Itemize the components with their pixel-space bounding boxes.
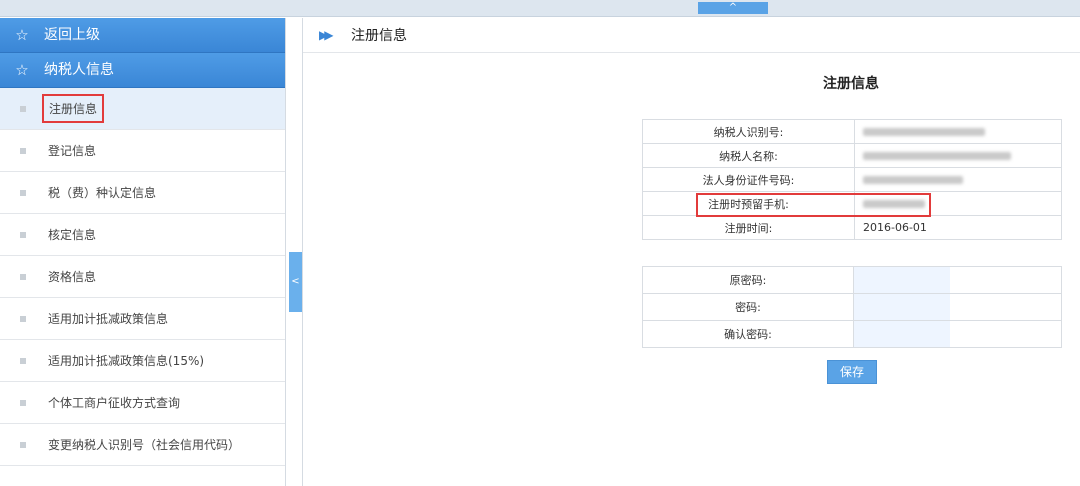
- old-password-input[interactable]: [854, 267, 950, 293]
- bullet-icon: [20, 105, 26, 112]
- sidebar: ☆ 返回上级 ☆ 纳税人信息 注册信息 登记信息 税（费）种认定信息 核定信息 …: [0, 18, 286, 486]
- sidebar-item-label: 资格信息: [48, 270, 97, 284]
- star-outline-icon: ☆: [15, 26, 29, 44]
- collapse-top-button[interactable]: ^: [698, 2, 768, 14]
- registration-info-table: 纳税人识别号: 纳税人名称: 法人身份证件号码: 注册时预留手机: 注册时间: …: [642, 119, 1062, 240]
- field-label: 注册时间:: [642, 215, 855, 240]
- sidebar-item-label: 适用加计抵减政策信息: [48, 312, 169, 326]
- table-row: 注册时预留手机:: [642, 191, 1062, 216]
- bullet-icon: [20, 231, 26, 238]
- page-title: 注册信息: [823, 76, 879, 92]
- taxpayer-id-value: [854, 119, 1062, 144]
- bullet-icon: [20, 273, 26, 280]
- confirm-password-input[interactable]: [854, 321, 950, 347]
- star-outline-icon: ☆: [15, 61, 29, 79]
- sidebar-item-label: 登记信息: [48, 144, 97, 158]
- table-row: 确认密码:: [642, 320, 1062, 348]
- sidebar-item-tax-type-info[interactable]: 税（费）种认定信息: [0, 172, 285, 214]
- bullet-icon: [20, 357, 26, 364]
- table-row: 密码:: [642, 293, 1062, 321]
- registration-date-value: 2016-06-01: [854, 215, 1062, 240]
- redacted-value: [863, 176, 963, 184]
- sidebar-item-label: 返回上级: [44, 27, 100, 43]
- sidebar-item-label: 适用加计抵减政策信息(15%): [48, 354, 205, 368]
- double-arrow-icon: ▶▶: [319, 28, 333, 42]
- table-row: 注册时间: 2016-06-01: [642, 215, 1062, 240]
- field-label: 注册时预留手机:: [642, 191, 855, 216]
- sidebar-item-label: 税（费）种认定信息: [48, 186, 157, 200]
- legal-id-value: [854, 167, 1062, 192]
- field-label: 确认密码:: [642, 320, 854, 348]
- sidebar-item-qualification-info[interactable]: 资格信息: [0, 256, 285, 298]
- field-label: 纳税人识别号:: [642, 119, 855, 144]
- reserved-phone-value: [854, 191, 1062, 216]
- sidebar-item-levy-method[interactable]: 个体工商户征收方式查询: [0, 382, 285, 424]
- bullet-icon: [20, 441, 26, 448]
- sidebar-item-label: 核定信息: [48, 228, 97, 242]
- sidebar-item-deduction-policy-15[interactable]: 适用加计抵减政策信息(15%): [0, 340, 285, 382]
- bullet-icon: [20, 399, 26, 406]
- sidebar-item-back[interactable]: ☆ 返回上级: [0, 18, 285, 53]
- field-label: 法人身份证件号码:: [642, 167, 855, 192]
- breadcrumb: 注册信息: [351, 28, 407, 44]
- table-row: 纳税人识别号:: [642, 119, 1062, 144]
- bullet-icon: [20, 315, 26, 322]
- redacted-value: [863, 128, 985, 136]
- password-table: 原密码: 密码: 确认密码:: [642, 266, 1062, 348]
- table-row: 法人身份证件号码:: [642, 167, 1062, 192]
- main-content: ▶▶ 注册信息 注册信息 纳税人识别号: 纳税人名称: 法人身份证件号码: 注册…: [302, 18, 1080, 486]
- sidebar-item-registration-info[interactable]: 注册信息: [0, 88, 285, 130]
- sidebar-item-label: 注册信息: [42, 94, 105, 123]
- new-password-cell: [853, 293, 1062, 321]
- content-header: ▶▶ 注册信息: [303, 18, 1080, 53]
- sidebar-item-label: 纳税人信息: [44, 62, 114, 78]
- new-password-input[interactable]: [854, 294, 950, 320]
- table-row: 原密码:: [642, 266, 1062, 294]
- sidebar-item-deduction-policy[interactable]: 适用加计抵减政策信息: [0, 298, 285, 340]
- sidebar-item-registration-records[interactable]: 登记信息: [0, 130, 285, 172]
- sidebar-item-label: 个体工商户征收方式查询: [48, 396, 181, 410]
- redacted-value: [863, 152, 1011, 160]
- bullet-icon: [20, 189, 26, 196]
- sidebar-item-taxpayer-info[interactable]: ☆ 纳税人信息: [0, 53, 285, 88]
- field-label: 原密码:: [642, 266, 854, 294]
- collapse-sidebar-button[interactable]: <: [289, 252, 302, 312]
- redacted-value: [863, 200, 925, 208]
- top-bar: ^: [0, 0, 1080, 17]
- taxpayer-name-value: [854, 143, 1062, 168]
- field-label: 密码:: [642, 293, 854, 321]
- sidebar-item-assessment-info[interactable]: 核定信息: [0, 214, 285, 256]
- bullet-icon: [20, 147, 26, 154]
- sidebar-item-change-taxpayer-id[interactable]: 变更纳税人识别号（社会信用代码）: [0, 424, 285, 466]
- old-password-cell: [853, 266, 1062, 294]
- table-row: 纳税人名称:: [642, 143, 1062, 168]
- field-label: 纳税人名称:: [642, 143, 855, 168]
- sidebar-item-label: 变更纳税人识别号（社会信用代码）: [48, 438, 241, 452]
- confirm-password-cell: [853, 320, 1062, 348]
- save-button[interactable]: 保存: [827, 360, 877, 384]
